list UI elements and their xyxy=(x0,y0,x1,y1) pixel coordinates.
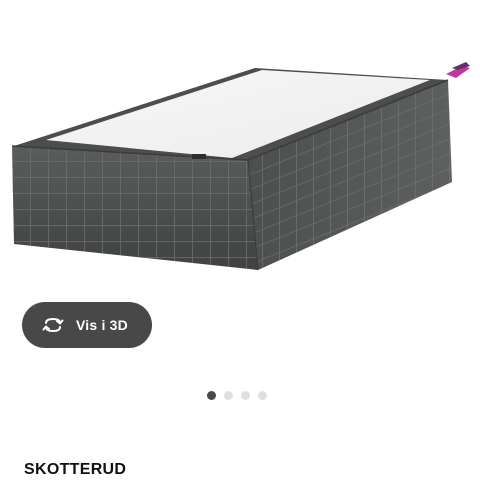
product-title: SKOTTERUD xyxy=(24,461,127,478)
view-in-3d-button[interactable]: Vis i 3D xyxy=(22,302,152,348)
rotate-3d-icon xyxy=(42,316,64,334)
carousel-dot-4[interactable] xyxy=(258,390,267,400)
image-carousel-indicator xyxy=(207,390,267,400)
carousel-dot-2[interactable] xyxy=(224,390,233,400)
carousel-dot-1[interactable] xyxy=(207,390,216,400)
product-page: Vis i 3D SKOTTERUD xyxy=(0,0,480,480)
product-image[interactable] xyxy=(0,0,480,290)
view-in-3d-label: Vis i 3D xyxy=(76,317,128,333)
carousel-dot-3[interactable] xyxy=(241,390,250,400)
